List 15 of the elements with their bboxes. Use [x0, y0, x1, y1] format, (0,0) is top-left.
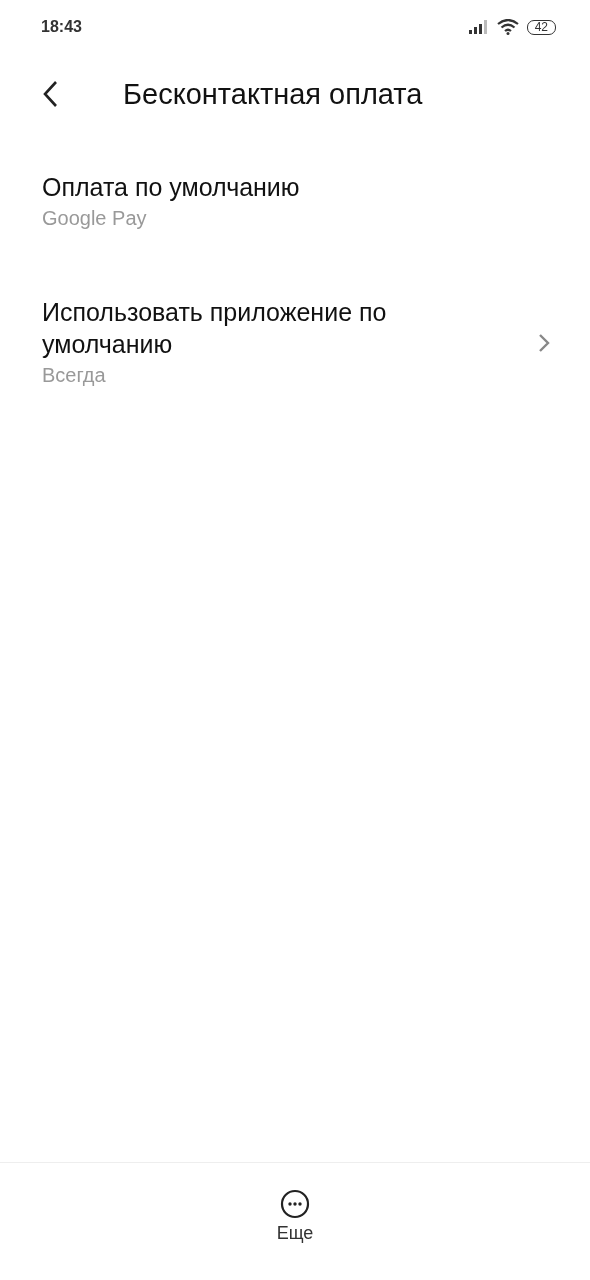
status-time: 18:43	[41, 18, 82, 36]
item-title: Использовать приложение по умолчанию	[42, 297, 388, 360]
more-button[interactable]: Еще	[276, 1163, 314, 1280]
item-title: Оплата по умолчанию	[42, 172, 301, 203]
item-value: Всегда	[42, 363, 107, 388]
chevron-icon	[538, 333, 550, 353]
wifi-icon	[496, 19, 519, 35]
more-icon	[280, 1189, 310, 1219]
signal-icon	[468, 20, 489, 34]
back-icon[interactable]	[42, 80, 58, 108]
item-value: Google Pay	[42, 206, 148, 231]
settings-item[interactable]: Использовать приложение по умолчанию Всегда	[0, 276, 590, 412]
battery-icon: 42	[526, 19, 556, 35]
settings-item[interactable]: Оплата по умолчанию Google Pay	[0, 150, 590, 256]
screen-title: Бесконтактная оплата	[123, 77, 423, 111]
